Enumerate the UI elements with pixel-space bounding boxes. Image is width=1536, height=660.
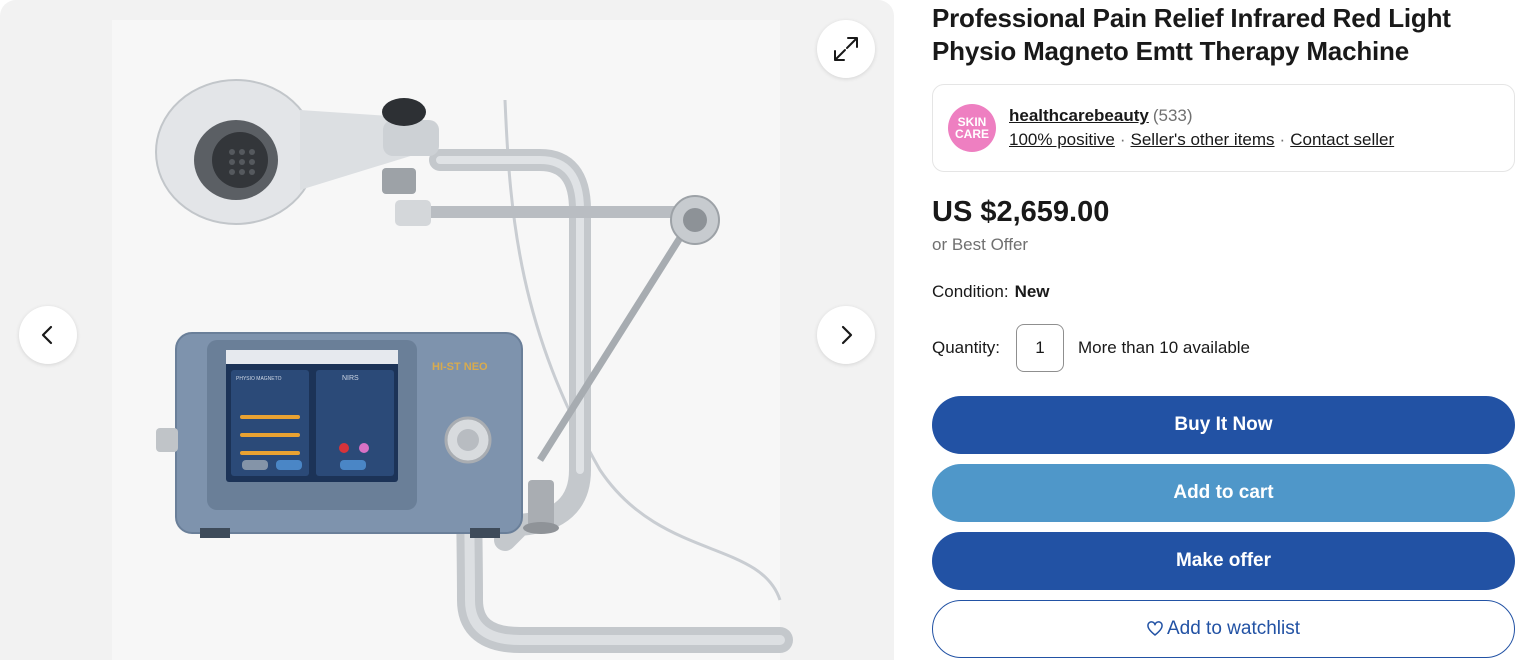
quantity-available: More than 10 available: [1078, 338, 1251, 357]
chevron-left-icon: [41, 325, 53, 345]
seller-links: 100% positive · Seller's other items · Conta…: [1009, 129, 1394, 151]
seller-name-link[interactable]: healthcarebeauty: [1009, 106, 1149, 125]
condition-row: Condition: New: [932, 281, 1050, 303]
separator-dot: ·: [1279, 130, 1286, 149]
expand-icon: [834, 37, 858, 61]
buy-it-now-button[interactable]: Buy It Now: [932, 396, 1515, 454]
condition-value: New: [1014, 282, 1050, 301]
add-to-watchlist-label: Add to watchlist: [1166, 618, 1301, 639]
add-to-cart-label: Add to cart: [1173, 482, 1274, 503]
screen-header: PHYSIO MAGNETO: [236, 376, 282, 382]
seller-positive-link[interactable]: 100% positive: [1009, 130, 1115, 149]
screen-panel-title: NIRS: [342, 375, 359, 382]
seller-name-row: healthcarebeauty (533): [1009, 105, 1193, 127]
product-image[interactable]: PHYSIO MAGNETO NIRS HI-ST NEO: [0, 0, 894, 660]
quantity-row: Quantity: More than 10 available: [932, 324, 1516, 372]
quantity-input[interactable]: [1016, 324, 1064, 372]
device-brand: HI-ST NEO: [432, 361, 488, 373]
contact-seller-link[interactable]: Contact seller: [1290, 130, 1394, 149]
buy-it-now-label: Buy It Now: [1174, 414, 1273, 435]
seller-feedback-count: (533): [1152, 106, 1193, 125]
product-title: Professional Pain Relief Infrared Red Li…: [932, 3, 1451, 66]
best-offer-text: or Best Offer: [932, 235, 1029, 254]
separator-dot: ·: [1119, 130, 1126, 149]
chevron-right-icon: [841, 325, 853, 345]
seller-avatar[interactable]: SKIN CARE: [948, 104, 996, 152]
image-gallery: PHYSIO MAGNETO NIRS HI-ST NEO: [0, 0, 894, 660]
product-info-panel: Professional Pain Relief Infrared Red Li…: [932, 0, 1516, 660]
quantity-label: Quantity:: [932, 338, 1001, 357]
condition-label: Condition:: [932, 282, 1009, 301]
seller-card: SKIN CARE healthcarebeauty (533) 100% pos…: [932, 84, 1515, 172]
seller-logo-line2: CARE: [954, 127, 989, 141]
expand-image-button[interactable]: [817, 20, 875, 78]
heart-icon: [1147, 621, 1163, 636]
next-image-button[interactable]: [817, 306, 875, 364]
previous-image-button[interactable]: [19, 306, 77, 364]
add-to-cart-button[interactable]: Add to cart: [932, 464, 1515, 522]
make-offer-button[interactable]: Make offer: [932, 532, 1515, 590]
seller-other-items-link[interactable]: Seller's other items: [1131, 130, 1275, 149]
add-to-watchlist-button[interactable]: Add to watchlist: [932, 600, 1515, 658]
make-offer-label: Make offer: [1175, 550, 1272, 571]
price: US $2,659.00: [932, 196, 1110, 228]
